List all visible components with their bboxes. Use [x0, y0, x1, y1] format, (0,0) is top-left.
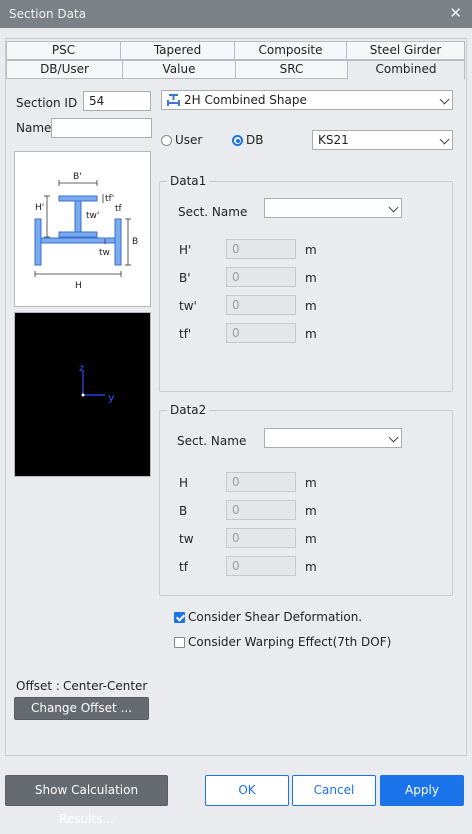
- chevron-down-icon: [439, 94, 450, 105]
- diagram-label-h1: H': [35, 203, 44, 213]
- warping-effect-label: Consider Warping Effect(7th DOF): [188, 635, 392, 649]
- diagram-label-h: H: [75, 281, 82, 291]
- chevron-down-icon: [439, 134, 450, 145]
- unit-label: m: [305, 476, 317, 490]
- unit-label: m: [305, 504, 317, 518]
- data2-tf-input[interactable]: 0: [226, 556, 296, 576]
- section-preview: z y: [14, 312, 151, 477]
- data1-row-label: tw': [179, 299, 197, 313]
- data2-b-input[interactable]: 0: [226, 500, 296, 520]
- chevron-down-icon: [388, 432, 399, 443]
- change-offset-button[interactable]: Change Offset ...: [14, 697, 149, 720]
- axis-z-label: z: [79, 363, 84, 374]
- shape-select-value: 2H Combined Shape: [184, 93, 307, 107]
- shear-deformation-label: Consider Shear Deformation.: [188, 610, 363, 624]
- warping-effect-checkbox[interactable]: [174, 637, 185, 648]
- offset-value: Center-Center: [63, 679, 148, 693]
- data2-tw-input[interactable]: 0: [226, 528, 296, 548]
- user-radio-label: User: [175, 133, 203, 147]
- tab-composite[interactable]: Composite: [234, 41, 347, 60]
- data1-tw1-input[interactable]: 0: [226, 295, 296, 315]
- tab-steel-girder[interactable]: Steel Girder: [346, 41, 465, 60]
- data1-row-label: tf': [179, 327, 192, 341]
- data2-row-label: B: [179, 504, 188, 518]
- tab-value[interactable]: Value: [122, 60, 236, 79]
- offset-label: Offset :: [16, 679, 60, 693]
- ok-button[interactable]: OK: [205, 775, 289, 806]
- unit-label: m: [305, 243, 317, 257]
- tab-psc[interactable]: PSC: [6, 41, 121, 60]
- data1-row-label: H': [179, 243, 192, 257]
- axis-icon: z y: [79, 363, 115, 404]
- tab-combined[interactable]: Combined: [347, 60, 465, 80]
- close-icon[interactable]: ✕: [449, 4, 462, 22]
- diagram-label-b1: B': [73, 172, 82, 182]
- title-bar: Section Data ✕: [0, 0, 472, 28]
- name-input[interactable]: [51, 118, 152, 138]
- shape-icon: [167, 94, 180, 106]
- data2-row-label: H: [179, 476, 189, 490]
- window-title: Section Data: [9, 7, 87, 21]
- data1-title: Data1: [167, 174, 210, 188]
- data2-sect-name-label: Sect. Name: [177, 434, 247, 448]
- data1-row-label: B': [179, 271, 191, 285]
- data1-sect-name-select[interactable]: [264, 198, 402, 218]
- section-diagram-svg: B' tf' H' tw' tf B tw H: [34, 172, 138, 291]
- db-radio-label: DB: [246, 133, 264, 147]
- data2-title: Data2: [167, 403, 210, 417]
- diagram-label-tw: tw: [99, 248, 110, 258]
- chevron-down-icon: [388, 202, 399, 213]
- diagram-label-tf: tf: [115, 204, 123, 214]
- shear-deformation-checkbox[interactable]: [174, 612, 185, 623]
- unit-label: m: [305, 327, 317, 341]
- db-select[interactable]: KS21: [312, 130, 453, 150]
- unit-label: m: [305, 271, 317, 285]
- diagram-label-tf1: tf': [105, 194, 114, 204]
- section-id-input[interactable]: 54: [83, 91, 151, 111]
- user-radio[interactable]: [161, 135, 172, 146]
- db-select-value: KS21: [318, 133, 349, 147]
- cancel-button[interactable]: Cancel: [292, 775, 376, 806]
- unit-label: m: [305, 299, 317, 313]
- db-radio[interactable]: [232, 135, 243, 146]
- data1-b1-input[interactable]: 0: [226, 267, 296, 287]
- section-id-label: Section ID: [16, 96, 78, 110]
- data2-row-label: tw: [179, 532, 194, 546]
- name-label: Name: [16, 121, 52, 135]
- tab-src[interactable]: SRC: [235, 60, 348, 79]
- diagram-label-b: B: [132, 237, 138, 247]
- unit-label: m: [305, 560, 317, 574]
- data1-h1-input[interactable]: 0: [226, 239, 296, 259]
- unit-label: m: [305, 532, 317, 546]
- apply-button[interactable]: Apply: [380, 775, 464, 806]
- show-calculation-results-button[interactable]: Show Calculation Results...: [5, 775, 168, 826]
- axis-y-label: y: [108, 391, 115, 404]
- data2-row-label: tf: [179, 560, 188, 574]
- data1-sect-name-label: Sect. Name: [178, 205, 248, 219]
- tab-db-user[interactable]: DB/User: [6, 60, 123, 79]
- shape-select[interactable]: 2H Combined Shape: [161, 90, 453, 110]
- data1-tf1-input[interactable]: 0: [226, 323, 296, 343]
- tab-tapered[interactable]: Tapered: [120, 41, 235, 60]
- data2-h-input[interactable]: 0: [226, 472, 296, 492]
- section-diagram: B' tf' H' tw' tf B tw H: [14, 151, 151, 307]
- diagram-label-tw1: tw': [86, 211, 99, 221]
- data2-sect-name-select[interactable]: [264, 428, 402, 448]
